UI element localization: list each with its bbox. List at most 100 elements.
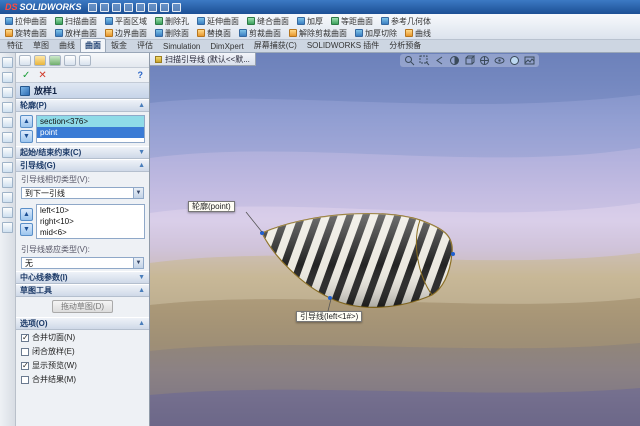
cancel-button[interactable]: ✕ <box>38 70 46 81</box>
ribbon-button[interactable]: 缝合曲面 <box>244 16 292 27</box>
collapse-icon: ▲ <box>138 287 145 294</box>
extend-surface-icon[interactable] <box>2 207 13 218</box>
ribbon-button[interactable]: 放样曲面 <box>52 28 100 39</box>
boundary-surface-icon[interactable] <box>2 132 13 143</box>
scene-icon[interactable] <box>524 55 535 66</box>
drag-sketch-button[interactable]: 拖动草图(D) <box>51 300 114 313</box>
ribbon-button[interactable]: 替换面 <box>194 28 234 39</box>
ribbon-button[interactable]: 延伸曲面 <box>194 16 242 27</box>
ribbon-button[interactable]: 拉伸曲面 <box>2 16 50 27</box>
ribbon-button[interactable]: 边界曲面 <box>102 28 150 39</box>
document-tab-label: 扫描引导线 (默认<<默... <box>165 54 250 64</box>
ribbon-button[interactable]: 等距曲面 <box>328 16 376 27</box>
displaymanager-tab-icon[interactable] <box>79 54 91 66</box>
commandmanager-tab[interactable]: SOLIDWORKS 插件 <box>302 38 384 52</box>
move-guide-up-button[interactable]: ▲ <box>20 207 33 221</box>
section-header-sketch-tools[interactable]: 草图工具 ▲ <box>16 284 149 297</box>
featuremanager-tab-icon[interactable] <box>19 54 31 66</box>
ribbon-button[interactable]: 扫描曲面 <box>52 16 100 27</box>
graphics-area[interactable]: 扫描引导线 (默认<<默... 轮廓(point) 引导线(left<1#>) <box>150 53 640 426</box>
feature-accept-controls: ✓ ✕ ? <box>16 68 149 83</box>
commandmanager-tab[interactable]: 屏幕捕获(C) <box>249 38 302 52</box>
appearance-icon[interactable] <box>509 55 520 66</box>
knit-surface-icon[interactable] <box>2 177 13 188</box>
open-icon[interactable] <box>99 2 109 12</box>
commandmanager-tab[interactable]: 曲线 <box>54 38 80 52</box>
move-profile-down-button[interactable]: ▼ <box>20 130 33 143</box>
guide-influence-select[interactable]: 无 ▼ <box>21 257 144 269</box>
configurationmanager-tab-icon[interactable] <box>49 54 61 66</box>
commandmanager-tab[interactable]: 曲面 <box>80 38 106 52</box>
revolve-surface-icon[interactable] <box>2 87 13 98</box>
commandmanager-tab[interactable]: 评估 <box>132 38 158 52</box>
help-button[interactable]: ? <box>138 70 144 80</box>
ribbon-button[interactable]: 删除面 <box>152 28 192 39</box>
ribbon-button[interactable]: 旋转曲面 <box>2 28 50 39</box>
ribbon-button[interactable]: 解除剪裁曲面 <box>286 28 350 39</box>
view-orientation-icon[interactable] <box>464 55 475 66</box>
trim-surface-icon[interactable] <box>2 192 13 203</box>
section-header-options[interactable]: 选项(O) ▲ <box>16 317 149 330</box>
display-style-icon[interactable] <box>479 55 490 66</box>
redo-icon[interactable] <box>147 2 157 12</box>
move-profile-up-button[interactable]: ▲ <box>20 115 33 128</box>
section-header-start-end-constraints[interactable]: 起始/结束约束(C) ▼ <box>16 146 149 159</box>
section-header-guide-curves[interactable]: 引导线(G) ▲ <box>16 159 149 172</box>
sweep-surface-icon[interactable] <box>2 102 13 113</box>
thicken-icon[interactable] <box>2 222 13 233</box>
dimxpertmanager-tab-icon[interactable] <box>64 54 76 66</box>
planar-surface-icon[interactable] <box>2 147 13 158</box>
save-icon[interactable] <box>111 2 121 12</box>
expand-icon: ▼ <box>138 149 145 156</box>
propertymanager-tab-icon[interactable] <box>34 54 46 66</box>
rebuild-icon[interactable] <box>159 2 169 12</box>
option-checkbox[interactable]: 合并切面(N) <box>21 332 144 343</box>
ribbon-button[interactable]: 剪裁曲面 <box>236 28 284 39</box>
ribbon-button[interactable]: 平面区域 <box>102 16 150 27</box>
section-view-icon[interactable] <box>449 55 460 66</box>
option-checkbox[interactable]: 显示预览(W) <box>21 360 144 371</box>
loft-surface-icon[interactable] <box>2 117 13 128</box>
ok-button[interactable]: ✓ <box>22 70 30 81</box>
option-checkbox[interactable]: 闭合放样(E) <box>21 346 144 357</box>
guide-curve-callout[interactable]: 引导线(left<1#>) <box>296 311 363 322</box>
ribbon-button-label: 扫描曲面 <box>65 16 97 26</box>
hide-show-items-icon[interactable] <box>494 55 505 66</box>
options-icon[interactable] <box>171 2 181 12</box>
previous-view-icon[interactable] <box>434 55 445 66</box>
commandmanager-tab[interactable]: 特征 <box>2 38 28 52</box>
guide-tangency-select[interactable]: 到下一引线 ▼ <box>21 187 144 199</box>
ribbon-button[interactable]: 参考几何体 <box>378 16 434 27</box>
profile-list-item[interactable]: section<376> <box>37 116 144 127</box>
move-guide-down-button[interactable]: ▼ <box>20 222 33 236</box>
zoom-fit-icon[interactable] <box>404 55 415 66</box>
offset-surface-icon[interactable] <box>2 162 13 173</box>
ribbon-button[interactable]: 加厚 <box>294 16 326 27</box>
guide-curve-list-item[interactable]: left<10> <box>37 205 144 216</box>
option-checkbox[interactable]: 合并结果(M) <box>21 374 144 385</box>
guide-curve-list-item[interactable]: right<10> <box>37 216 144 227</box>
commandmanager-tab[interactable]: 草图 <box>28 38 54 52</box>
commandmanager-tab[interactable]: 分析预备 <box>384 38 426 52</box>
ribbon-button[interactable]: 删除孔 <box>152 16 192 27</box>
print-icon[interactable] <box>123 2 133 12</box>
document-tab[interactable]: 扫描引导线 (默认<<默... <box>150 53 256 66</box>
extrude-surface-icon[interactable] <box>2 72 13 83</box>
sketch-icon[interactable] <box>2 57 13 68</box>
profile-callout[interactable]: 轮廓(point) <box>188 201 235 212</box>
ribbon-button[interactable]: 曲线 <box>402 28 434 39</box>
undo-icon[interactable] <box>135 2 145 12</box>
commandmanager-tab[interactable]: DimXpert <box>205 40 248 52</box>
quick-access-toolbar <box>87 2 181 12</box>
section-header-centerline[interactable]: 中心线参数(I) ▼ <box>16 271 149 284</box>
zoom-area-icon[interactable] <box>419 55 430 66</box>
commandmanager-tab[interactable]: 钣金 <box>106 38 132 52</box>
commandmanager-tab[interactable]: Simulation <box>158 40 205 52</box>
ribbon-button[interactable]: 加厚切除 <box>352 28 400 39</box>
tool-icon <box>105 17 113 25</box>
guide-curve-list-item[interactable]: mid<6> <box>37 227 144 238</box>
new-icon[interactable] <box>87 2 97 12</box>
profile-list-item[interactable]: point <box>37 127 144 138</box>
tool-icon <box>197 29 205 37</box>
section-header-profiles[interactable]: 轮廓(P) ▲ <box>16 99 149 112</box>
